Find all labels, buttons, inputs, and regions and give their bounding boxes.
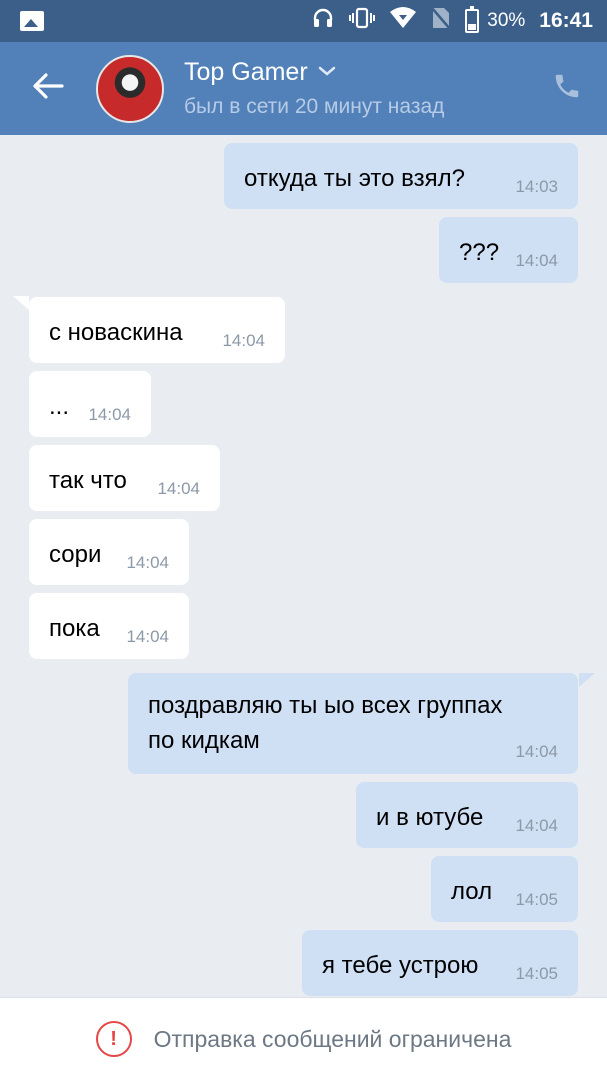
message-text: ??? [459, 239, 500, 266]
message-text: с новаскина [49, 319, 183, 346]
message-time: 14:03 [515, 177, 558, 196]
message-time: 14:04 [157, 479, 200, 498]
wifi-icon [389, 6, 417, 36]
message-time: 14:04 [126, 553, 169, 572]
message-bubble-incoming[interactable]: с новаскина 14:04 [29, 297, 285, 363]
contact-name: Top Gamer [184, 58, 308, 86]
message-text: пока [49, 615, 100, 642]
message-bubble-outgoing[interactable]: и в ютубе 14:04 [356, 782, 578, 848]
alert-circle-icon: ! [95, 1021, 132, 1057]
message-bubble-outgoing[interactable]: я тебе устрою 14:05 [302, 930, 578, 996]
phone-icon [552, 71, 582, 106]
message-text-line: по кидкам [148, 727, 260, 754]
message-bubble-outgoing[interactable]: лол 14:05 [431, 856, 578, 922]
headphones-icon [311, 6, 335, 36]
message-time: 14:04 [515, 251, 558, 270]
message-bubble-incoming[interactable]: пока 14:04 [29, 593, 189, 659]
back-button[interactable] [0, 42, 96, 135]
restricted-notice-bar: ! Отправка сообщений ограничена [0, 997, 607, 1080]
message-bubble-incoming[interactable]: так что 14:04 [29, 445, 220, 511]
back-arrow-icon [32, 72, 64, 105]
no-sim-icon [431, 6, 452, 36]
message-time: 14:04 [126, 627, 169, 646]
bubble-tail-outgoing [579, 673, 595, 687]
battery-percent: 30% [487, 10, 526, 31]
restricted-notice-text: Отправка сообщений ограничена [153, 1025, 512, 1052]
message-text-line: поздравляю ты ыо всех группах [148, 692, 503, 719]
message-text: я тебе устрою [322, 952, 479, 979]
message-bubble-incoming[interactable]: ... 14:04 [29, 371, 151, 437]
chat-header: Top Gamer был в сети 20 минут назад [0, 42, 607, 135]
message-text: ... [49, 393, 70, 420]
message-text: сори [49, 541, 102, 568]
status-clock: 16:41 [539, 9, 593, 32]
message-text: и в ютубе [376, 804, 484, 831]
last-seen-status: был в сети 20 минут назад [184, 95, 445, 118]
vibrate-icon [349, 6, 376, 36]
chevron-down-icon [318, 64, 336, 82]
gallery-icon [20, 11, 44, 31]
call-button[interactable] [527, 42, 607, 135]
message-time: 14:04 [88, 405, 131, 424]
message-time: 14:04 [515, 742, 558, 761]
message-bubble-outgoing[interactable]: поздравляю ты ыо всех группах по кидкам … [128, 673, 578, 774]
message-text: так что [49, 467, 127, 494]
message-bubble-outgoing[interactable]: откуда ты это взял? 14:03 [224, 143, 578, 209]
message-time: 14:05 [515, 964, 558, 983]
message-bubble-incoming[interactable]: сори 14:04 [29, 519, 189, 585]
message-time: 14:04 [515, 816, 558, 835]
battery-icon [465, 6, 480, 33]
message-time: 14:05 [515, 890, 558, 909]
contact-title[interactable]: Top Gamer был в сети 20 минут назад [184, 58, 527, 119]
message-time: 14:04 [222, 331, 265, 350]
message-text: откуда ты это взял? [244, 165, 466, 192]
status-bar: 30% 16:41 [0, 0, 607, 42]
bubble-tail-incoming [13, 296, 29, 310]
avatar[interactable] [96, 54, 164, 123]
message-bubble-outgoing[interactable]: ??? 14:04 [439, 217, 578, 283]
message-text: лол [451, 878, 493, 905]
